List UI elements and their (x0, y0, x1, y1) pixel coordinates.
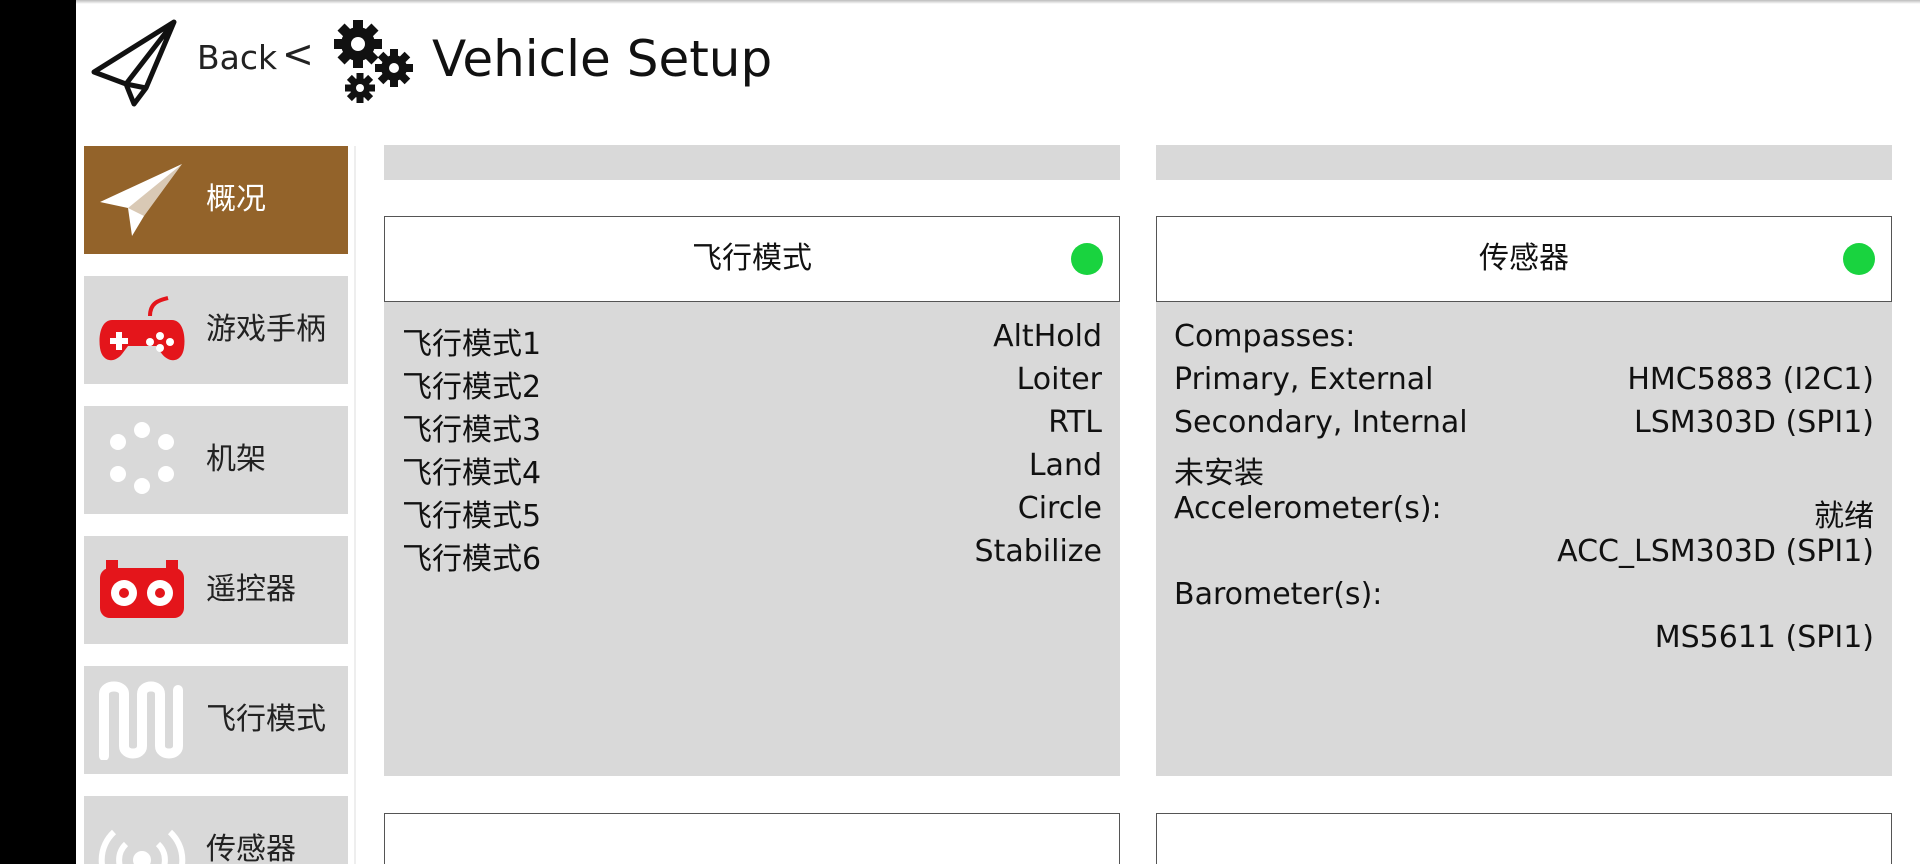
flight-mode-value: Loiter (1016, 362, 1102, 397)
sidebar-item-label: 概况 (206, 182, 266, 217)
flight-modes-title: 飞行模式 (692, 241, 812, 276)
sensor-row: 未安装 (1174, 448, 1874, 491)
status-indicator (1843, 243, 1875, 275)
sensors-header[interactable]: 传感器 (1156, 216, 1892, 302)
sensors-panel: 传感器 Compasses: Primary, External HMC5883… (1156, 216, 1892, 776)
flight-mode-label: 飞行模式5 (402, 499, 542, 534)
sidebar-item-label: 机架 (206, 442, 266, 477)
sensor-value: ACC_LSM303D (SPI1) (1557, 534, 1874, 569)
sensor-row: Accelerometer(s): 就绪 (1174, 491, 1874, 534)
sidebar-item-label: 游戏手柄 (206, 312, 326, 347)
flight-mode-label: 飞行模式2 (402, 370, 542, 405)
sidebar-item-summary[interactable]: 概况 (84, 146, 348, 254)
flight-modes-body: 飞行模式1 AltHold 飞行模式2 Loiter 飞行模式3 RTL 飞行模… (384, 302, 1120, 776)
flight-mode-value: Circle (1017, 491, 1102, 526)
flight-mode-row: 飞行模式3 RTL (402, 405, 1102, 448)
sidebar-item-joystick[interactable]: 游戏手柄 (84, 276, 348, 384)
sensor-label: Compasses: (1174, 319, 1356, 354)
sidebar-item-label: 飞行模式 (206, 702, 326, 737)
paper-plane-icon[interactable] (90, 18, 182, 108)
status-indicator (1071, 243, 1103, 275)
sidebar-item-label: 传感器 (206, 832, 296, 864)
flight-mode-row: 飞行模式2 Loiter (402, 362, 1102, 405)
panel-strip-left (384, 145, 1120, 180)
sidebar-item-flight-modes[interactable]: 飞行模式 (84, 666, 348, 774)
flight-mode-value: RTL (1048, 405, 1102, 440)
gears-icon (334, 20, 413, 103)
breadcrumb-separator: < (282, 32, 314, 76)
sidebar-item-sensors[interactable]: 传感器 (84, 796, 348, 864)
next-panel-right[interactable] (1156, 813, 1892, 864)
sensor-row: MS5611 (SPI1) (1174, 620, 1874, 663)
flight-mode-value: Land (1028, 448, 1102, 483)
flight-mode-label: 飞行模式1 (402, 327, 542, 362)
sensor-label: 未安装 (1174, 456, 1264, 491)
sensor-label: Secondary, Internal (1174, 405, 1468, 440)
flight-mode-row: 飞行模式4 Land (402, 448, 1102, 491)
back-button[interactable]: Back (197, 38, 277, 77)
sensor-row: Barometer(s): (1174, 577, 1874, 620)
page-title: Vehicle Setup (432, 30, 773, 88)
flight-modes-panel: 飞行模式 飞行模式1 AltHold 飞行模式2 Loiter 飞行模式3 RT… (384, 216, 1120, 776)
flight-mode-value: Stabilize (974, 534, 1102, 569)
sidebar-item-label: 遥控器 (206, 572, 296, 607)
sensor-label: Primary, External (1174, 362, 1434, 397)
sensor-value: MS5611 (SPI1) (1654, 620, 1874, 655)
sensor-icon (98, 829, 186, 864)
flight-mode-row: 飞行模式6 Stabilize (402, 534, 1102, 577)
flight-modes-header[interactable]: 飞行模式 (384, 216, 1120, 302)
flight-mode-label: 飞行模式3 (402, 413, 542, 448)
sensor-value: HMC5883 (I2C1) (1627, 362, 1874, 397)
app-window: Back < Vehicle Setup 概况 游戏手柄 机架 遥控器 飞行模式… (76, 0, 1920, 864)
frame-icon (110, 422, 174, 494)
sensor-label: Accelerometer(s): (1174, 491, 1442, 526)
sensor-row: Compasses: (1174, 319, 1874, 362)
sensor-row: Primary, External HMC5883 (I2C1) (1174, 362, 1874, 405)
flight-mode-row: 飞行模式5 Circle (402, 491, 1102, 534)
flight-mode-label: 飞行模式4 (402, 456, 542, 491)
sensors-title: 传感器 (1479, 241, 1569, 276)
sensor-row: Secondary, Internal LSM303D (SPI1) (1174, 405, 1874, 448)
header: Back < Vehicle Setup (76, 0, 1920, 130)
flight-mode-label: 飞行模式6 (402, 542, 542, 577)
panel-strip-right (1156, 145, 1892, 180)
sensor-label: Barometer(s): (1174, 577, 1383, 612)
sidebar-item-frame[interactable]: 机架 (84, 406, 348, 514)
sensor-row: ACC_LSM303D (SPI1) (1174, 534, 1874, 577)
flight-mode-value: AltHold (993, 319, 1102, 354)
gamepad-icon (99, 296, 185, 361)
sidebar-divider (354, 146, 356, 864)
sidebar-item-radio[interactable]: 遥控器 (84, 536, 348, 644)
plane-icon (100, 164, 182, 236)
next-panel-left[interactable] (384, 813, 1120, 864)
sensor-value: LSM303D (SPI1) (1633, 405, 1874, 440)
sensors-body: Compasses: Primary, External HMC5883 (I2… (1156, 302, 1892, 776)
flight-mode-icon (99, 681, 183, 760)
remote-control-icon (100, 560, 184, 618)
sidebar: 概况 游戏手柄 机架 遥控器 飞行模式 传感器 (84, 146, 348, 864)
flight-mode-row: 飞行模式1 AltHold (402, 319, 1102, 362)
sensor-value: 就绪 (1814, 499, 1874, 534)
